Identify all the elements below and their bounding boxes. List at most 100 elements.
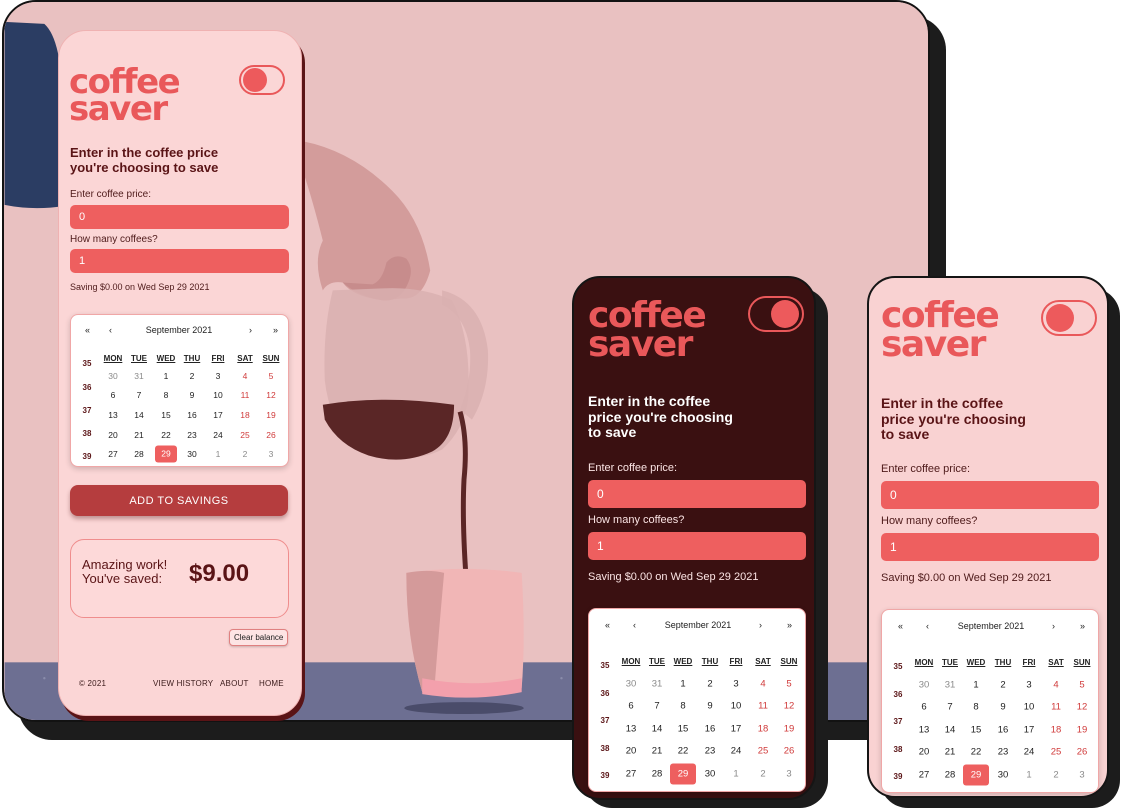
calendar-day[interactable]: 11 (241, 390, 250, 400)
calendar-day[interactable]: 3 (1026, 680, 1031, 691)
calendar-day[interactable]: 23 (998, 747, 1009, 758)
calendar-day[interactable]: 19 (784, 724, 795, 735)
calendar-day[interactable]: 2 (190, 371, 195, 381)
calendar-day[interactable]: 17 (731, 724, 742, 735)
calendar-day[interactable]: 20 (626, 746, 637, 757)
calendar-day[interactable]: 2 (760, 769, 765, 780)
prev-month-button[interactable]: ‹ (109, 325, 112, 335)
calendar-day[interactable]: 17 (1024, 725, 1035, 736)
calendar-day[interactable]: 3 (216, 371, 221, 381)
price-input[interactable]: 0 (70, 205, 289, 229)
theme-toggle[interactable] (1041, 300, 1097, 336)
prev-month-button[interactable]: ‹ (633, 620, 636, 630)
next-month-button[interactable]: › (759, 620, 762, 630)
calendar-day[interactable]: 22 (678, 746, 689, 757)
calendar-day[interactable]: 19 (266, 410, 275, 420)
calendar-day[interactable]: 4 (1053, 680, 1058, 691)
calendar-day[interactable]: 30 (705, 769, 716, 780)
add-to-savings-button[interactable]: ADD TO SAVINGS (70, 485, 288, 516)
calendar-day[interactable]: 2 (1000, 680, 1005, 691)
calendar-day[interactable]: 24 (1024, 747, 1035, 758)
calendar-day[interactable]: 20 (919, 747, 930, 758)
clear-balance-button[interactable]: Clear balance (229, 629, 289, 646)
calendar-day[interactable]: 30 (919, 680, 930, 691)
calendar-day[interactable]: 13 (626, 724, 637, 735)
calendar-day[interactable]: 21 (134, 430, 143, 440)
calendar-day[interactable]: 5 (786, 679, 791, 690)
calendar-day[interactable]: 10 (213, 390, 222, 400)
calendar-day[interactable]: 25 (1051, 747, 1062, 758)
footer-link-view-history[interactable]: VIEW HISTORY (153, 679, 213, 688)
next-year-button[interactable]: » (273, 325, 278, 335)
calendar-day[interactable]: 5 (269, 371, 274, 381)
calendar-day[interactable]: 31 (945, 680, 956, 691)
calendar-day[interactable]: 4 (760, 679, 765, 690)
calendar-day[interactable]: 8 (164, 390, 169, 400)
calendar-day[interactable]: 8 (680, 701, 685, 712)
calendar-day[interactable]: 28 (652, 769, 663, 780)
calendar-day[interactable]: 21 (652, 746, 663, 757)
calendar-day[interactable]: 4 (243, 371, 248, 381)
prev-month-button[interactable]: ‹ (926, 621, 929, 631)
calendar-day[interactable]: 3 (786, 769, 791, 780)
calendar-day[interactable]: 3 (269, 449, 274, 459)
calendar-day[interactable]: 1 (973, 680, 978, 691)
next-month-button[interactable]: › (1052, 621, 1055, 631)
calendar-day[interactable]: 22 (161, 430, 170, 440)
calendar-day-selected[interactable]: 29 (670, 763, 696, 785)
prev-year-button[interactable]: « (898, 621, 903, 631)
calendar-day[interactable]: 28 (134, 449, 143, 459)
calendar-day[interactable]: 7 (947, 702, 952, 713)
calendar-day[interactable]: 17 (213, 410, 222, 420)
calendar-day-selected[interactable]: 29 (963, 764, 989, 786)
calendar-day[interactable]: 14 (945, 725, 956, 736)
calendar-day[interactable]: 3 (1079, 770, 1084, 781)
theme-toggle[interactable] (748, 296, 804, 332)
calendar-day[interactable]: 7 (654, 701, 659, 712)
calendar-day[interactable]: 6 (628, 701, 633, 712)
calendar-day[interactable]: 13 (919, 725, 930, 736)
calendar-day[interactable]: 9 (1000, 702, 1005, 713)
calendar-day[interactable]: 27 (626, 769, 637, 780)
calendar-day[interactable]: 10 (1024, 702, 1035, 713)
calendar-day[interactable]: 18 (1051, 725, 1062, 736)
calendar-day-selected[interactable]: 29 (155, 445, 177, 463)
footer-link-home[interactable]: HOME (259, 679, 284, 688)
calendar-day[interactable]: 16 (705, 724, 716, 735)
calendar-day[interactable]: 18 (240, 410, 249, 420)
calendar-day[interactable]: 26 (266, 430, 275, 440)
calendar-day[interactable]: 24 (731, 746, 742, 757)
calendar-day[interactable]: 25 (240, 430, 249, 440)
calendar-day[interactable]: 25 (758, 746, 769, 757)
calendar-day[interactable]: 24 (213, 430, 222, 440)
calendar-day[interactable]: 12 (1077, 702, 1088, 713)
calendar-day[interactable]: 30 (187, 449, 196, 459)
calendar-day[interactable]: 18 (758, 724, 769, 735)
calendar-day[interactable]: 2 (243, 449, 248, 459)
calendar-day[interactable]: 31 (134, 371, 143, 381)
calendar-day[interactable]: 6 (111, 390, 116, 400)
calendar-day[interactable]: 16 (998, 725, 1009, 736)
calendar-day[interactable]: 15 (161, 410, 170, 420)
next-month-button[interactable]: › (249, 325, 252, 335)
calendar-day[interactable]: 22 (971, 747, 982, 758)
calendar-day[interactable]: 12 (784, 701, 795, 712)
prev-year-button[interactable]: « (85, 325, 90, 335)
calendar-day[interactable]: 1 (733, 769, 738, 780)
calendar-day[interactable]: 19 (1077, 725, 1088, 736)
calendar-day[interactable]: 26 (784, 746, 795, 757)
calendar-day[interactable]: 11 (1051, 702, 1061, 713)
calendar-day[interactable]: 23 (187, 430, 196, 440)
calendar-day[interactable]: 27 (919, 770, 930, 781)
calendar-day[interactable]: 30 (108, 371, 117, 381)
prev-year-button[interactable]: « (605, 620, 610, 630)
count-input[interactable]: 1 (588, 532, 806, 560)
calendar-day[interactable]: 2 (1053, 770, 1058, 781)
calendar-day[interactable]: 13 (108, 410, 117, 420)
footer-link-about[interactable]: ABOUT (220, 679, 249, 688)
count-input[interactable]: 1 (881, 533, 1099, 561)
calendar-day[interactable]: 10 (731, 701, 742, 712)
calendar-day[interactable]: 3 (733, 679, 738, 690)
calendar-day[interactable]: 8 (973, 702, 978, 713)
next-year-button[interactable]: » (1080, 621, 1085, 631)
